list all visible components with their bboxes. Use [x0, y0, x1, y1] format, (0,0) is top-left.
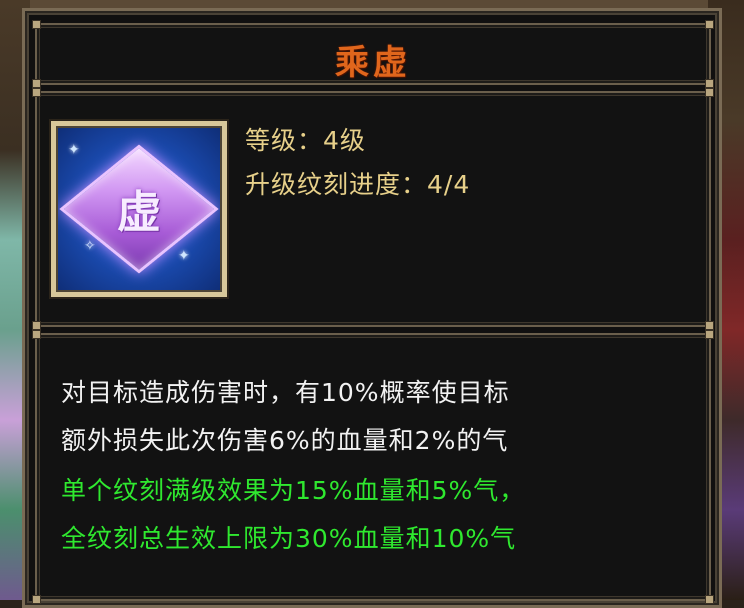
item-icon-frame: ✦ ✦ ✧ 虚 [49, 119, 229, 299]
corner-ornament [32, 20, 41, 29]
description-panel: 对目标造成伤害时，有10%概率使目标 额外损失此次伤害6%的血量和2%的气 单个… [32, 330, 714, 604]
sparkle-icon: ✦ [178, 248, 190, 264]
corner-ornament [32, 321, 41, 330]
gem-glyph: 虚 [117, 187, 161, 238]
bonus-description-line: 全纹刻总生效上限为30%血量和10%气 [61, 524, 517, 553]
corner-ornament [32, 330, 41, 339]
item-tooltip: 乘虚 ✦ ✦ ✧ 虚 等级：4级 升级纹刻进度：4/4 对目标造成伤害时，有10… [22, 8, 722, 608]
corner-ornament [705, 321, 714, 330]
bonus-description-line: 单个纹刻满级效果为15%血量和5%气， [61, 476, 526, 505]
description-line: 对目标造成伤害时，有10%概率使目标 [61, 378, 510, 407]
upgrade-progress: 升级纹刻进度：4/4 [245, 170, 471, 199]
corner-ornament [705, 88, 714, 97]
corner-ornament [705, 330, 714, 339]
description-line: 额外损失此次伤害6%的血量和2%的气 [61, 426, 509, 455]
sparkle-icon: ✦ [68, 142, 80, 158]
corner-ornament [705, 20, 714, 29]
title-panel: 乘虚 [32, 20, 714, 88]
item-level: 等级：4级 [245, 126, 366, 155]
inscription-gem-icon: ✦ ✦ ✧ 虚 [56, 126, 222, 292]
info-panel: ✦ ✦ ✧ 虚 等级：4级 升级纹刻进度：4/4 [32, 88, 714, 330]
sparkle-icon: ✧ [84, 238, 96, 254]
corner-ornament [32, 88, 41, 97]
item-title: 乘虚 [335, 43, 411, 83]
